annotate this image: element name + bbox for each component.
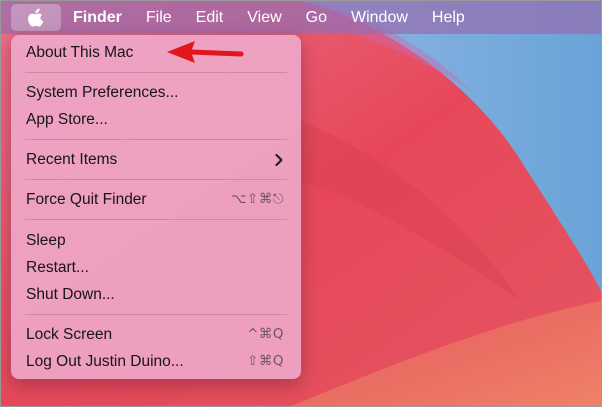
menu-item-label: Sleep: [26, 232, 66, 249]
menu-item-label: Restart...: [26, 259, 89, 276]
menu-item-sleep[interactable]: Sleep: [11, 229, 301, 253]
apple-dropdown-menu: About This Mac System Preferences... App…: [11, 35, 301, 379]
menu-separator: [25, 72, 287, 73]
menu-item-restart[interactable]: Restart...: [11, 256, 301, 280]
menu-item-label: Recent Items: [26, 151, 118, 168]
menu-separator: [25, 179, 287, 180]
red-arrow-annotation: [167, 41, 244, 63]
chevron-right-icon: [275, 154, 283, 166]
menu-item-app-store[interactable]: App Store...: [11, 108, 301, 132]
menu-item-label: Log Out Justin Duino...: [26, 353, 184, 370]
menubar-edit[interactable]: Edit: [184, 1, 236, 34]
menu-item-label: Force Quit Finder: [26, 191, 147, 208]
keyboard-shortcut: ⌥⇧⌘⎋: [230, 191, 284, 207]
menu-separator: [25, 139, 287, 140]
menu-item-label: Lock Screen: [26, 326, 113, 343]
apple-menu-button[interactable]: [11, 4, 61, 31]
menu-item-shut-down[interactable]: Shut Down...: [11, 283, 301, 307]
keyboard-shortcut: ⇧⌘Q: [247, 353, 284, 369]
menu-item-label: Shut Down...: [26, 286, 115, 303]
menu-bar: Finder File Edit View Go Window Help: [1, 1, 601, 34]
menu-item-log-out[interactable]: Log Out Justin Duino... ⇧⌘Q: [11, 350, 301, 374]
desktop-screen: Finder File Edit View Go Window Help Abo…: [0, 0, 602, 407]
menu-item-system-preferences[interactable]: System Preferences...: [11, 81, 301, 105]
menu-item-force-quit[interactable]: Force Quit Finder ⌥⇧⌘⎋: [11, 188, 301, 212]
menu-item-lock-screen[interactable]: Lock Screen ^⌘Q: [11, 323, 301, 347]
menu-item-label: About This Mac: [26, 44, 134, 61]
menu-separator: [25, 314, 287, 315]
menu-item-label: System Preferences...: [26, 84, 179, 101]
menubar-finder[interactable]: Finder: [61, 1, 134, 34]
menu-item-recent-items[interactable]: Recent Items: [11, 148, 301, 172]
menubar-view[interactable]: View: [235, 1, 293, 34]
menubar-go[interactable]: Go: [294, 1, 339, 34]
menu-item-about-this-mac[interactable]: About This Mac: [11, 41, 301, 65]
menubar-file[interactable]: File: [134, 1, 184, 34]
keyboard-shortcut: ^⌘Q: [247, 326, 284, 342]
menubar-help[interactable]: Help: [420, 1, 477, 34]
menu-separator: [25, 219, 287, 220]
menu-item-label: App Store...: [26, 111, 108, 128]
apple-logo-icon: [28, 8, 44, 27]
menubar-window[interactable]: Window: [339, 1, 420, 34]
